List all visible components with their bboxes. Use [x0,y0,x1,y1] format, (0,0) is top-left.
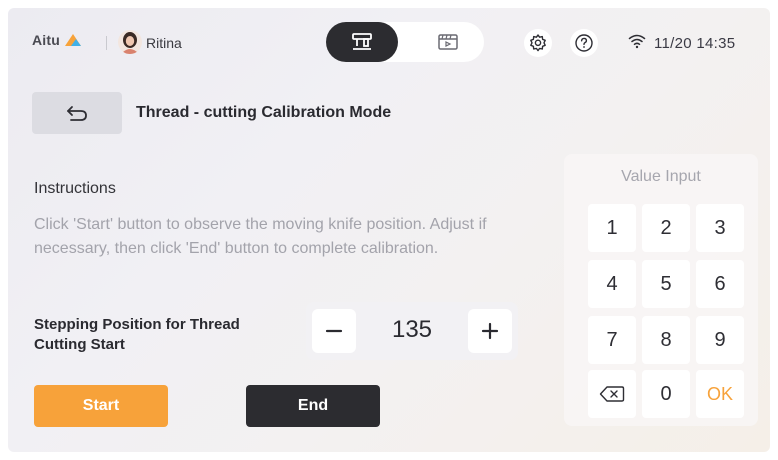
keypad-title: Value Input [621,168,701,185]
mode-machine-button[interactable] [326,22,398,62]
page-title: Thread - cutting Calibration Mode [136,104,392,121]
stepping-position-value[interactable]: 135 [362,316,462,344]
start-button[interactable]: Start [34,385,168,427]
key-ok[interactable]: OK [696,370,744,418]
back-arrow-icon [67,106,87,121]
key-5[interactable]: 5 [642,260,690,308]
plus-icon [481,322,499,340]
instructions-heading: Instructions [34,180,116,197]
key-2[interactable]: 2 [642,204,690,252]
help-icon [575,34,593,52]
backspace-icon [599,386,625,402]
user-name[interactable]: Ritina [146,35,182,51]
key-9[interactable]: 9 [696,316,744,364]
video-icon [438,34,458,50]
minus-icon [325,329,343,333]
wifi-icon [628,34,646,49]
key-6[interactable]: 6 [696,260,744,308]
stepping-position-stepper: 135 [306,302,518,360]
avatar[interactable] [118,30,142,54]
instructions-text: Click 'Start' button to observe the movi… [34,216,487,257]
brand-name: Aitu [32,32,61,48]
brand-mark-icon [65,34,82,46]
machine-icon [352,33,372,50]
key-4[interactable]: 4 [588,260,636,308]
clock: 11/20 14:35 [654,35,736,52]
brand-logo: Aitu [32,32,82,48]
key-7[interactable]: 7 [588,316,636,364]
key-backspace[interactable] [588,370,636,418]
status-divider [106,36,107,50]
gear-icon [530,34,546,52]
mode-video-button[interactable] [412,22,484,62]
settings-button[interactable] [524,29,552,57]
key-3[interactable]: 3 [696,204,744,252]
decrement-button[interactable] [312,309,356,353]
key-1[interactable]: 1 [588,204,636,252]
increment-button[interactable] [468,309,512,353]
mode-toggle [326,22,484,62]
stepping-position-label: Stepping Position for Thread Cutting Sta… [34,316,240,353]
user-avatar-icon [118,30,142,54]
back-button[interactable] [32,92,122,134]
key-8[interactable]: 8 [642,316,690,364]
app-screen: Aitu Ritina 11/20 14:35 Thread - cutting… [8,8,770,452]
value-input-keypad: Value Input 1 2 3 4 5 6 7 8 9 0 OK [564,154,758,426]
end-button[interactable]: End [246,385,380,427]
key-0[interactable]: 0 [642,370,690,418]
status-bar: Aitu Ritina 11/20 14:35 [8,8,770,72]
help-button[interactable] [570,29,598,57]
